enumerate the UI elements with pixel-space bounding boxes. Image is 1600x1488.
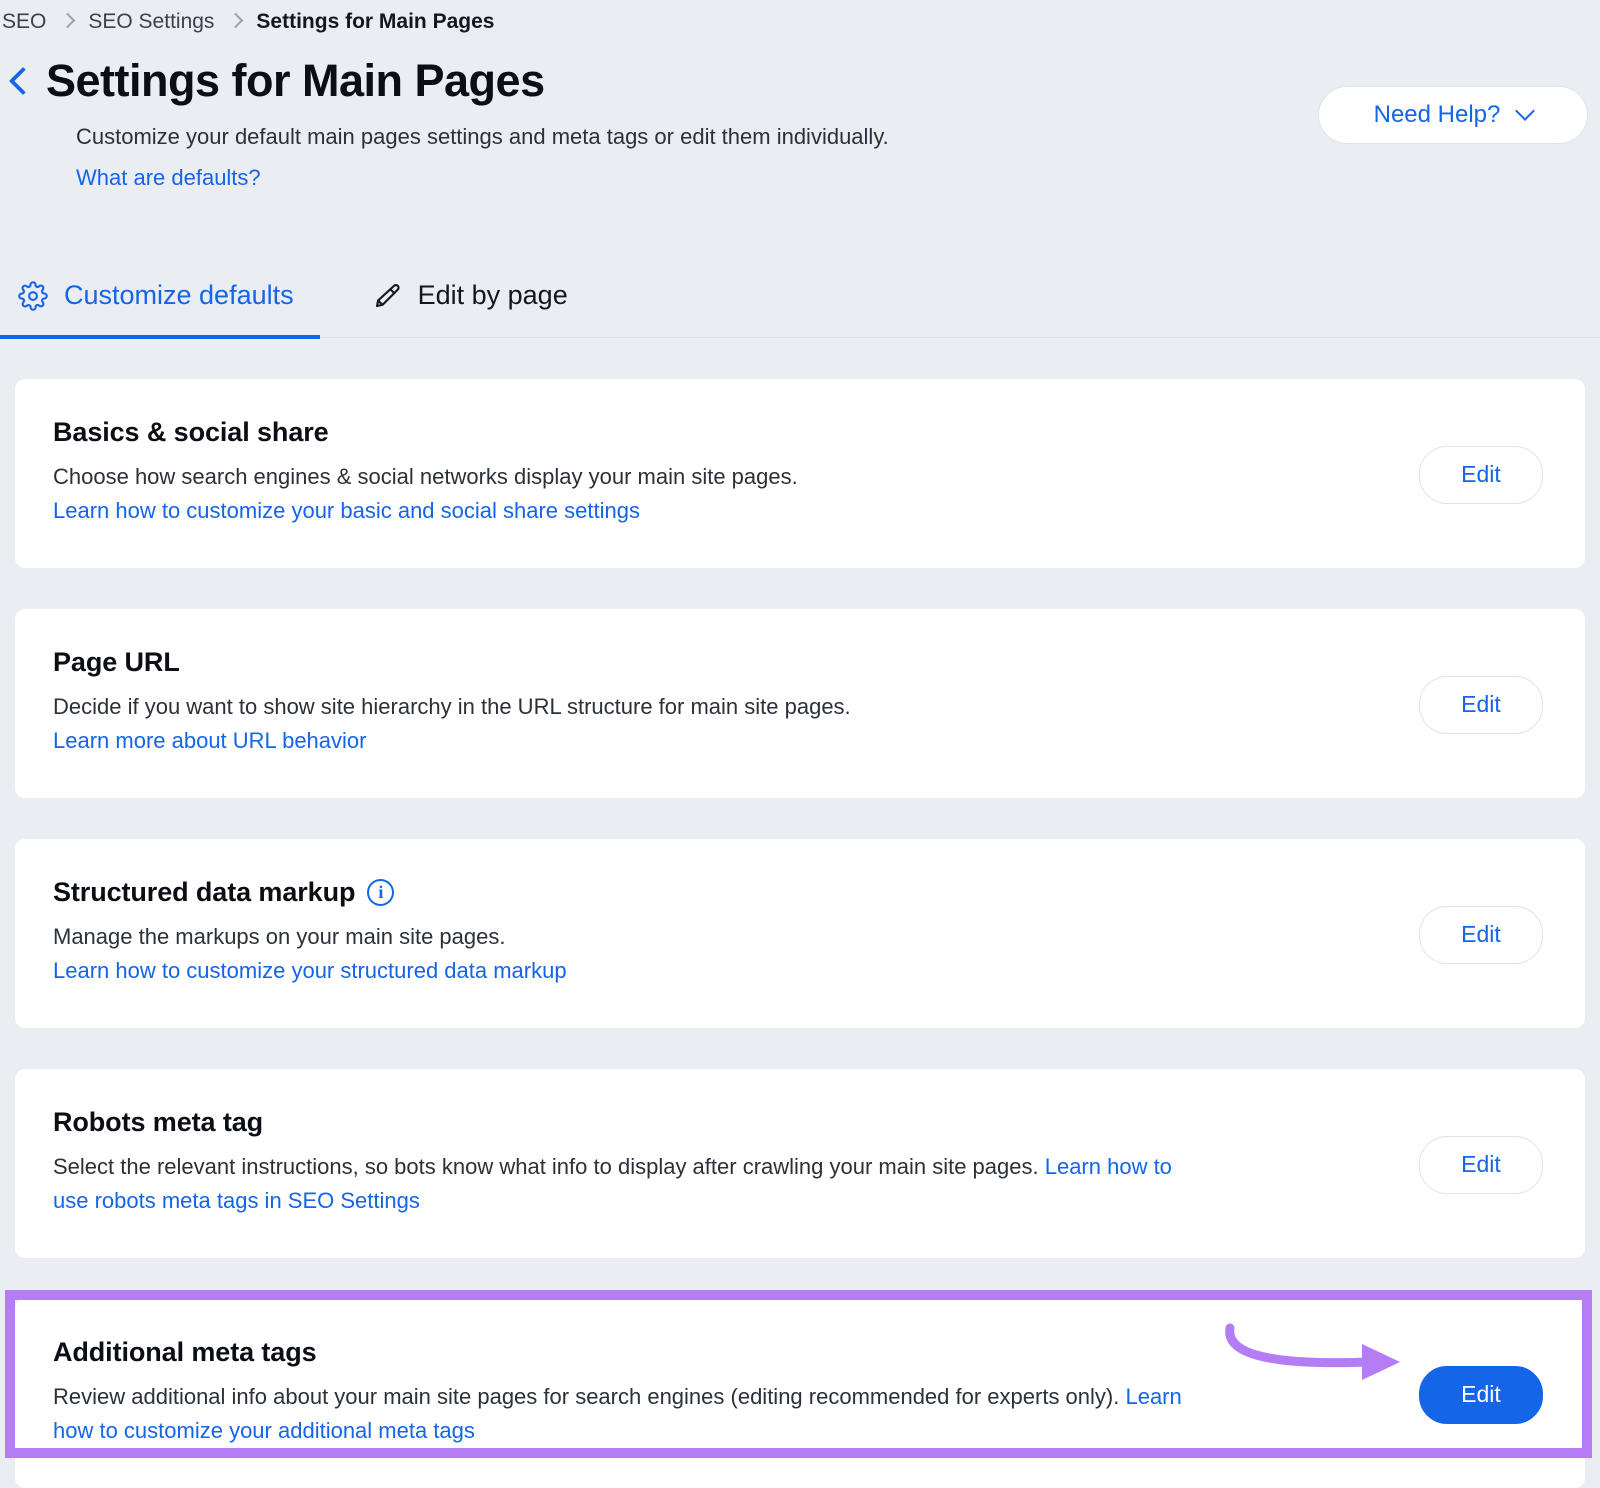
card-body: Structured data markup i Manage the mark… bbox=[53, 877, 1419, 988]
tab-customize-defaults-label: Customize defaults bbox=[64, 280, 294, 311]
card-title-text: Page URL bbox=[53, 647, 180, 678]
card-description-text: Choose how search engines & social netwo… bbox=[53, 464, 798, 489]
card-body: Page URL Decide if you want to show site… bbox=[53, 647, 1419, 758]
card-page-url: Page URL Decide if you want to show site… bbox=[15, 609, 1585, 798]
card-description: Manage the markups on your main site pag… bbox=[53, 920, 1183, 988]
need-help-button[interactable]: Need Help? bbox=[1318, 86, 1588, 144]
page-header: Settings for Main Pages Customize your d… bbox=[0, 40, 1600, 192]
card-learn-more-link[interactable]: Learn how to customize your structured d… bbox=[53, 954, 1183, 988]
breadcrumb: SEO SEO Settings Settings for Main Pages bbox=[0, 0, 1600, 40]
back-button[interactable] bbox=[0, 50, 46, 112]
card-description-text: Review additional info about your main s… bbox=[53, 1384, 1125, 1409]
chevron-right-icon bbox=[60, 11, 74, 33]
gear-icon bbox=[18, 281, 48, 311]
card-structured-data-markup: Structured data markup i Manage the mark… bbox=[15, 839, 1585, 1028]
card-learn-more-link[interactable]: Learn how to customize your basic and so… bbox=[53, 494, 1183, 528]
card-description-text: Select the relevant instructions, so bot… bbox=[53, 1154, 1045, 1179]
card-title: Page URL bbox=[53, 647, 1379, 678]
card-robots-meta-tag: Robots meta tag Select the relevant inst… bbox=[15, 1069, 1585, 1258]
tab-edit-by-page[interactable]: Edit by page bbox=[368, 254, 572, 338]
page-title: Settings for Main Pages bbox=[46, 50, 545, 112]
pencil-icon bbox=[372, 281, 402, 311]
chevron-right-icon bbox=[228, 11, 242, 33]
breadcrumb-item-current: Settings for Main Pages bbox=[256, 10, 494, 34]
settings-card-list: Basics & social share Choose how search … bbox=[0, 379, 1600, 1488]
edit-button-structured-data-markup[interactable]: Edit bbox=[1419, 906, 1543, 964]
card-description-text: Decide if you want to show site hierarch… bbox=[53, 694, 851, 719]
card-description: Choose how search engines & social netwo… bbox=[53, 460, 1183, 528]
card-description: Decide if you want to show site hierarch… bbox=[53, 690, 1183, 758]
info-icon[interactable]: i bbox=[367, 879, 394, 906]
card-description: Select the relevant instructions, so bot… bbox=[53, 1150, 1183, 1218]
card-description: Review additional info about your main s… bbox=[53, 1380, 1183, 1448]
card-body: Additional meta tags Review additional i… bbox=[53, 1337, 1419, 1448]
card-title-text: Structured data markup bbox=[53, 877, 355, 908]
edit-button-robots-meta-tag[interactable]: Edit bbox=[1419, 1136, 1543, 1194]
card-description-text: Manage the markups on your main site pag… bbox=[53, 924, 505, 949]
card-title-text: Basics & social share bbox=[53, 417, 329, 448]
card-title-text: Robots meta tag bbox=[53, 1107, 263, 1138]
card-learn-more-link[interactable]: Learn more about URL behavior bbox=[53, 724, 1183, 758]
card-body: Robots meta tag Select the relevant inst… bbox=[53, 1107, 1419, 1218]
card-title: Structured data markup i bbox=[53, 877, 1379, 908]
chevron-down-icon bbox=[1515, 101, 1535, 121]
breadcrumb-item-seo-settings[interactable]: SEO Settings bbox=[88, 10, 214, 34]
what-are-defaults-link[interactable]: What are defaults? bbox=[76, 164, 261, 192]
tab-customize-defaults[interactable]: Customize defaults bbox=[14, 254, 298, 338]
need-help-label: Need Help? bbox=[1374, 101, 1501, 129]
breadcrumb-item-seo[interactable]: SEO bbox=[2, 10, 46, 34]
card-title-text: Additional meta tags bbox=[53, 1337, 317, 1368]
card-title: Additional meta tags bbox=[53, 1337, 1379, 1368]
card-title: Basics & social share bbox=[53, 417, 1379, 448]
edit-button-additional-meta-tags[interactable]: Edit bbox=[1419, 1366, 1543, 1424]
card-body: Basics & social share Choose how search … bbox=[53, 417, 1419, 528]
edit-button-basics-social-share[interactable]: Edit bbox=[1419, 446, 1543, 504]
tab-bar: Customize defaults Edit by page bbox=[0, 254, 1600, 338]
card-basics-social-share: Basics & social share Choose how search … bbox=[15, 379, 1585, 568]
edit-button-page-url[interactable]: Edit bbox=[1419, 676, 1543, 734]
tab-edit-by-page-label: Edit by page bbox=[418, 280, 568, 311]
chevron-left-icon bbox=[9, 67, 37, 95]
card-additional-meta-tags: Additional meta tags Review additional i… bbox=[15, 1299, 1585, 1488]
card-title: Robots meta tag bbox=[53, 1107, 1379, 1138]
